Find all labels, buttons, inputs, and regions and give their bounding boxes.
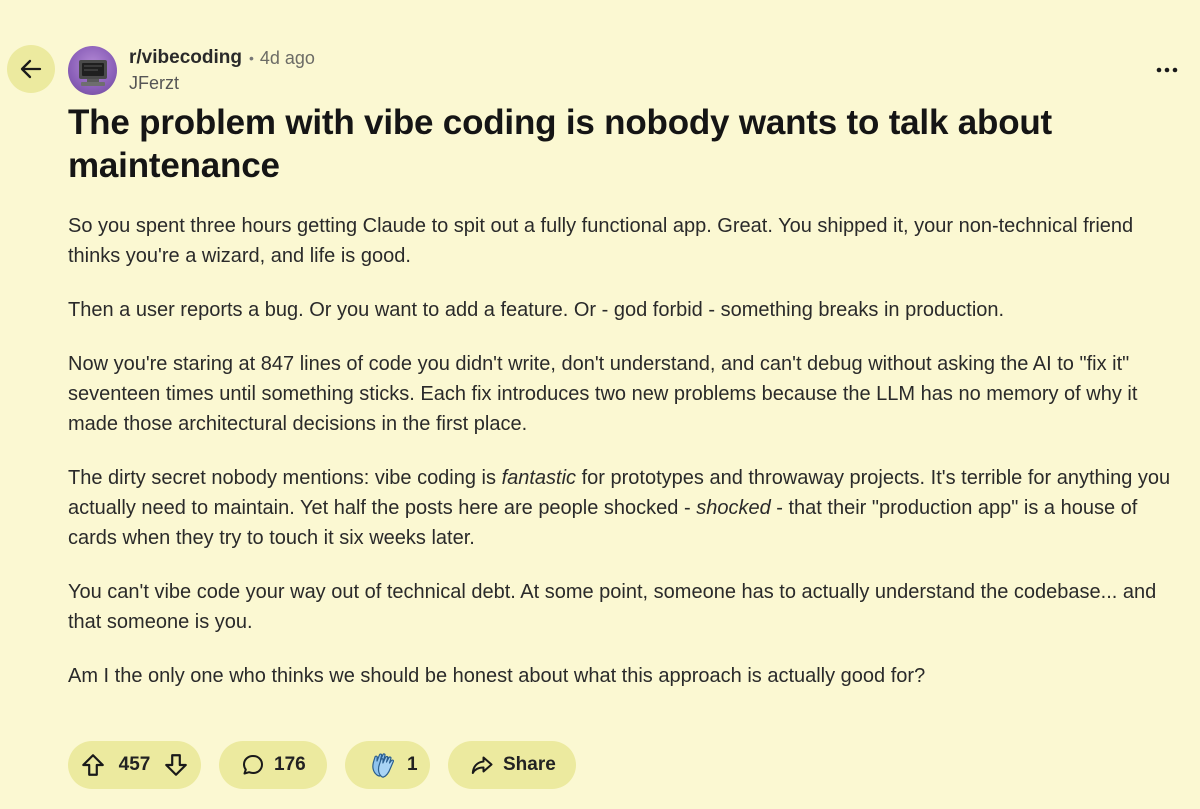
post-title: The problem with vibe coding is nobody w… xyxy=(68,103,1053,185)
share-arrow-icon xyxy=(470,753,494,777)
emphasis-text: shocked xyxy=(696,497,771,519)
post-paragraph: You can't vibe code your way out of tech… xyxy=(68,581,1157,633)
post-paragraph: So you spent three hours getting Claude … xyxy=(68,215,1134,267)
computer-icon xyxy=(78,59,107,86)
award-button[interactable]: 1 xyxy=(345,741,430,789)
speech-bubble-icon xyxy=(241,753,265,777)
more-options-button[interactable] xyxy=(1154,60,1180,80)
vote-group: 457 xyxy=(68,741,201,789)
author-link[interactable]: JFerzt xyxy=(129,71,315,95)
share-button[interactable]: Share xyxy=(448,741,576,789)
upvote-button[interactable] xyxy=(80,752,106,778)
comment-count: 176 xyxy=(274,754,306,775)
subreddit-link[interactable]: r/vibecoding xyxy=(129,46,242,70)
vote-count: 457 xyxy=(118,754,151,775)
post-paragraph: Am I the only one who thinks we should b… xyxy=(68,665,926,687)
award-count: 1 xyxy=(407,754,418,775)
clapping-hands-icon xyxy=(369,751,397,779)
share-label: Share xyxy=(503,754,556,775)
post-paragraph: The dirty secret nobody mentions: vibe c… xyxy=(68,463,1183,553)
back-button[interactable] xyxy=(7,45,55,93)
post-paragraph: Now you're staring at 847 lines of code … xyxy=(68,353,1138,435)
more-horizontal-icon xyxy=(1156,67,1178,73)
post-paragraph: Then a user reports a bug. Or you want t… xyxy=(68,299,1005,321)
arrow-up-outline-icon xyxy=(82,754,104,776)
arrow-down-outline-icon xyxy=(165,754,187,776)
post-action-bar: 457 176 1 Share xyxy=(68,741,576,789)
post-age: 4d ago xyxy=(259,48,315,68)
emphasis-text: fantastic xyxy=(501,467,577,489)
text-span: The dirty secret nobody mentions: vibe c… xyxy=(68,467,502,489)
post-body: So you spent three hours getting Claude … xyxy=(68,211,1183,715)
subreddit-avatar[interactable] xyxy=(68,46,117,95)
arrow-left-icon xyxy=(19,57,43,81)
meta-separator: • xyxy=(248,50,254,66)
post-page: r/vibecoding • 4d ago JFerzt The problem… xyxy=(0,0,1200,809)
downvote-button[interactable] xyxy=(163,752,189,778)
post-meta: r/vibecoding • 4d ago JFerzt xyxy=(129,46,315,95)
comments-button[interactable]: 176 xyxy=(219,741,327,789)
